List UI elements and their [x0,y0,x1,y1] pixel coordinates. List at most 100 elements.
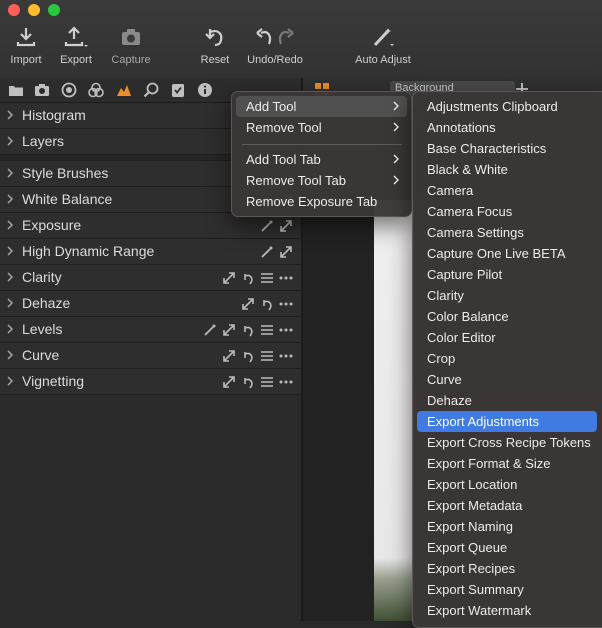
tool-label: High Dynamic Range [22,243,155,259]
tool-vignetting[interactable]: Vignetting [0,369,301,395]
tool-actions [222,271,293,285]
capture-button[interactable]: Capture [108,26,154,66]
tool-high-dynamic-range[interactable]: High Dynamic Range [0,239,301,265]
menu-item-add-tool-tab[interactable]: Add Tool Tab [236,149,407,170]
submenu-item[interactable]: Adjustments Clipboard [417,96,597,117]
submenu-item[interactable]: Camera [417,180,597,201]
submenu-item[interactable]: Base Characteristics [417,138,597,159]
presets-icon[interactable] [260,271,274,285]
submenu-item[interactable]: Clarity [417,285,597,306]
camera-tab-icon[interactable] [34,82,50,98]
photo-preview [374,200,414,621]
submenu-item[interactable]: Export Queue [417,537,597,558]
export-button[interactable]: Export [56,26,96,66]
auto-adjust-label: Auto Adjust [355,54,411,66]
menu-item-remove-tool-tab[interactable]: Remove Tool Tab [236,170,407,191]
submenu-item[interactable]: Export Naming [417,516,597,537]
presets-icon[interactable] [260,375,274,389]
expand-icon[interactable] [241,297,255,311]
expand-icon[interactable] [222,349,236,363]
submenu-item[interactable]: Dehaze [417,390,597,411]
expand-icon[interactable] [279,219,293,233]
main-toolbar: Import Export Capture Reset Undo/Redo Au… [0,0,602,79]
submenu-item[interactable]: Annotations [417,117,597,138]
lens-icon[interactable] [61,82,77,98]
reset-button[interactable]: Reset [198,26,232,66]
details-icon[interactable] [143,82,159,98]
submenu-item[interactable]: Color Balance [417,306,597,327]
submenu-item[interactable]: Export Location [417,474,597,495]
tool-label: Style Brushes [22,165,109,181]
chevron-right-icon [7,110,13,120]
close-window-button[interactable] [8,4,20,16]
chevron-right-icon [7,220,13,230]
adjustments-icon[interactable] [170,82,186,98]
more-icon[interactable] [279,271,293,285]
picker-icon[interactable] [260,245,274,259]
submenu-item[interactable]: Capture Pilot [417,264,597,285]
chevron-right-icon [7,136,13,146]
magic-wand-icon [373,28,394,47]
camera-icon [122,29,140,45]
tool-actions [222,349,293,363]
submenu-item[interactable]: Export Watermark [417,600,597,621]
tool-levels[interactable]: Levels [0,317,301,343]
minimize-window-button[interactable] [28,4,40,16]
export-label: Export [60,54,92,66]
chevron-right-icon [7,168,13,178]
submenu-item[interactable]: Capture One Live BETA [417,243,597,264]
undo-redo-icon [256,28,294,45]
menu-item-remove-tool[interactable]: Remove Tool [236,117,407,138]
tool-label: Exposure [22,217,82,233]
presets-icon[interactable] [260,349,274,363]
picker-icon[interactable] [203,323,217,337]
reset-tool-icon[interactable] [241,375,255,389]
expand-icon[interactable] [222,375,236,389]
submenu-item[interactable]: Crop [417,348,597,369]
menu-item-add-tool[interactable]: Add Tool [236,96,407,117]
tool-label: Dehaze [22,295,71,311]
submenu-item[interactable]: Black & White [417,159,597,180]
reset-tool-icon[interactable] [241,271,255,285]
tool-dehaze[interactable]: Dehaze [0,291,301,317]
reset-tool-icon[interactable] [241,349,255,363]
chevron-right-icon [393,101,399,111]
submenu-item[interactable]: Export Format & Size [417,453,597,474]
expand-icon[interactable] [222,323,236,337]
submenu-item[interactable]: Camera Focus [417,201,597,222]
picker-icon[interactable] [260,219,274,233]
submenu-item[interactable]: Camera Settings [417,222,597,243]
tool-curve[interactable]: Curve [0,343,301,369]
info-icon[interactable] [197,82,213,98]
submenu-item[interactable]: Color Editor [417,327,597,348]
menu-item-remove-exposure-tab[interactable]: Remove Exposure Tab [236,191,407,212]
chevron-right-icon [7,324,13,334]
presets-icon[interactable] [260,323,274,337]
submenu-item[interactable]: Export Recipes [417,558,597,579]
color-icon[interactable] [88,82,104,98]
reset-tool-icon[interactable] [260,297,274,311]
submenu-item-selected[interactable]: Export Adjustments [417,411,597,432]
expand-icon[interactable] [222,271,236,285]
tool-label: Histogram [22,107,86,123]
zoom-window-button[interactable] [48,4,60,16]
reset-tool-icon[interactable] [241,323,255,337]
expand-icon[interactable] [279,245,293,259]
tool-clarity[interactable]: Clarity [0,265,301,291]
submenu-item[interactable]: Export Cross Recipe Tokens [417,432,597,453]
folder-icon[interactable] [8,82,24,98]
tool-actions [222,375,293,389]
more-icon[interactable] [279,323,293,337]
submenu-item[interactable]: Curve [417,369,597,390]
more-icon[interactable] [279,297,293,311]
auto-adjust-button[interactable]: Auto Adjust [350,26,416,66]
more-icon[interactable] [279,375,293,389]
undo-redo-button[interactable]: Undo/Redo [244,26,306,66]
import-button[interactable]: Import [8,26,44,66]
exposure-tab-icon[interactable] [116,82,132,98]
chevron-right-icon [393,122,399,132]
more-icon[interactable] [279,349,293,363]
submenu-item[interactable]: Export Summary [417,579,597,600]
submenu-item[interactable]: Export Metadata [417,495,597,516]
undo-redo-label: Undo/Redo [247,54,303,66]
